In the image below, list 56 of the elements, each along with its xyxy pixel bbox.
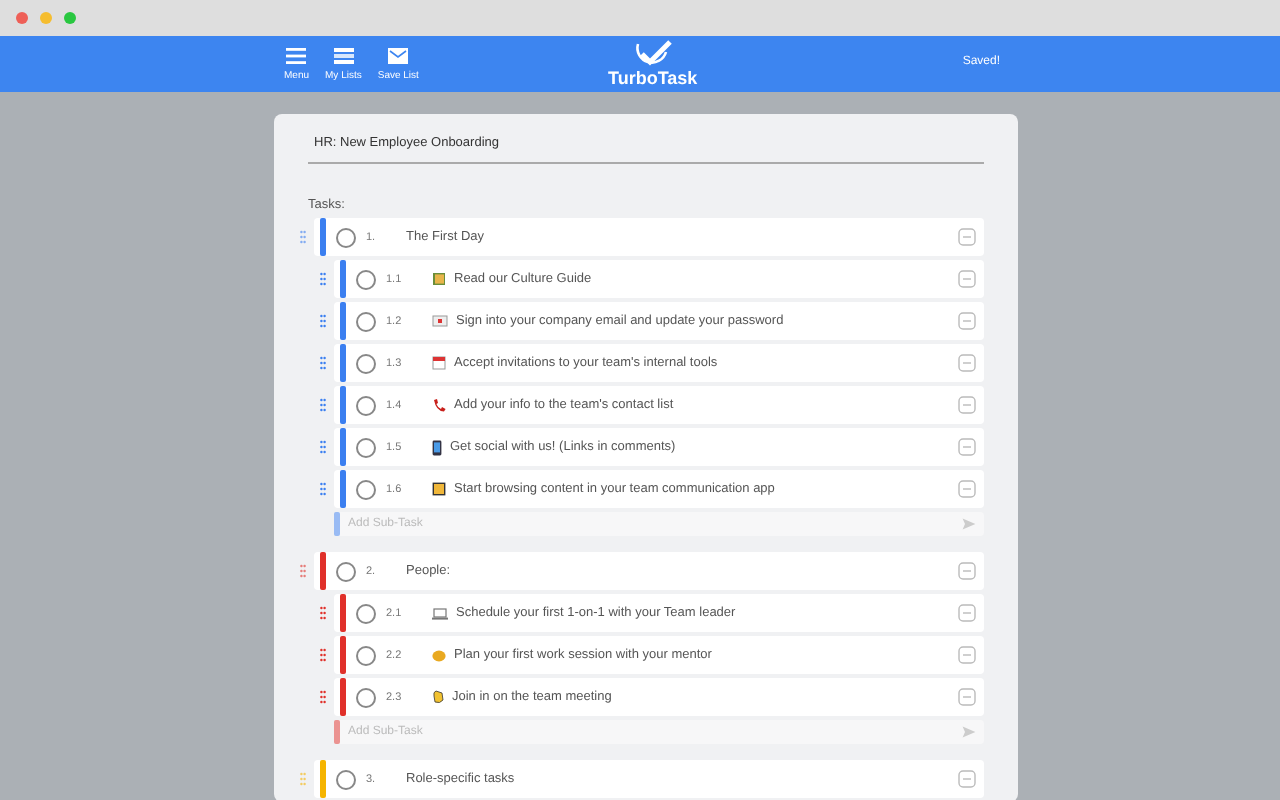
- task-checkbox[interactable]: [356, 645, 376, 665]
- drag-handle-icon[interactable]: [320, 272, 326, 286]
- task-checkbox[interactable]: [336, 561, 356, 581]
- more-options-icon[interactable]: [958, 688, 976, 706]
- drag-handle-icon[interactable]: [320, 690, 326, 704]
- checkmark-logo-icon: [630, 40, 675, 70]
- app-logo: TurboTask: [608, 70, 698, 88]
- more-options-icon[interactable]: [958, 270, 976, 288]
- more-options-icon[interactable]: [958, 646, 976, 664]
- drag-handle-icon[interactable]: [300, 772, 306, 786]
- envelope-icon: [432, 314, 448, 328]
- more-options-icon[interactable]: [958, 354, 976, 372]
- picture-icon: [432, 482, 446, 496]
- color-bar: [340, 302, 346, 340]
- task-checkbox[interactable]: [356, 353, 376, 373]
- task-checkbox[interactable]: [356, 687, 376, 707]
- color-bar: [340, 260, 346, 298]
- drag-handle-icon[interactable]: [320, 356, 326, 370]
- task-checkbox[interactable]: [356, 437, 376, 457]
- more-options-icon[interactable]: [958, 396, 976, 414]
- drag-handle-icon[interactable]: [320, 440, 326, 454]
- more-options-icon[interactable]: [958, 562, 976, 580]
- more-options-icon[interactable]: [958, 312, 976, 330]
- more-options-icon[interactable]: [958, 228, 976, 246]
- more-options-icon[interactable]: [958, 604, 976, 622]
- phone-icon: [432, 398, 446, 412]
- drag-handle-icon[interactable]: [320, 648, 326, 662]
- color-bar: [340, 470, 346, 508]
- task-checkbox[interactable]: [356, 269, 376, 289]
- color-bar: [340, 386, 346, 424]
- drag-handle-icon[interactable]: [300, 230, 306, 244]
- color-bar: [340, 678, 346, 716]
- envelope-icon: [388, 47, 409, 63]
- drag-handle-icon[interactable]: [320, 482, 326, 496]
- drag-handle-icon[interactable]: [320, 398, 326, 412]
- color-bar: [340, 594, 346, 632]
- list-icon: [333, 47, 354, 63]
- calendar-icon: [432, 356, 446, 370]
- color-bar: [340, 636, 346, 674]
- laptop-icon: [432, 607, 448, 619]
- task-checkbox[interactable]: [356, 395, 376, 415]
- color-bar: [340, 344, 346, 382]
- drag-handle-icon[interactable]: [300, 564, 306, 578]
- menu-icon: [286, 47, 307, 63]
- drag-handle-icon[interactable]: [320, 314, 326, 328]
- drag-handle-icon[interactable]: [320, 606, 326, 620]
- more-options-icon[interactable]: [958, 770, 976, 788]
- more-options-icon[interactable]: [958, 480, 976, 498]
- color-bar: [340, 428, 346, 466]
- mobile-phone-icon: [432, 439, 442, 455]
- task-checkbox[interactable]: [356, 311, 376, 331]
- task-checkbox[interactable]: [356, 603, 376, 623]
- task-checkbox[interactable]: [336, 769, 356, 789]
- task-checkbox[interactable]: [356, 479, 376, 499]
- task-checkbox[interactable]: [336, 227, 356, 247]
- more-options-icon[interactable]: [958, 438, 976, 456]
